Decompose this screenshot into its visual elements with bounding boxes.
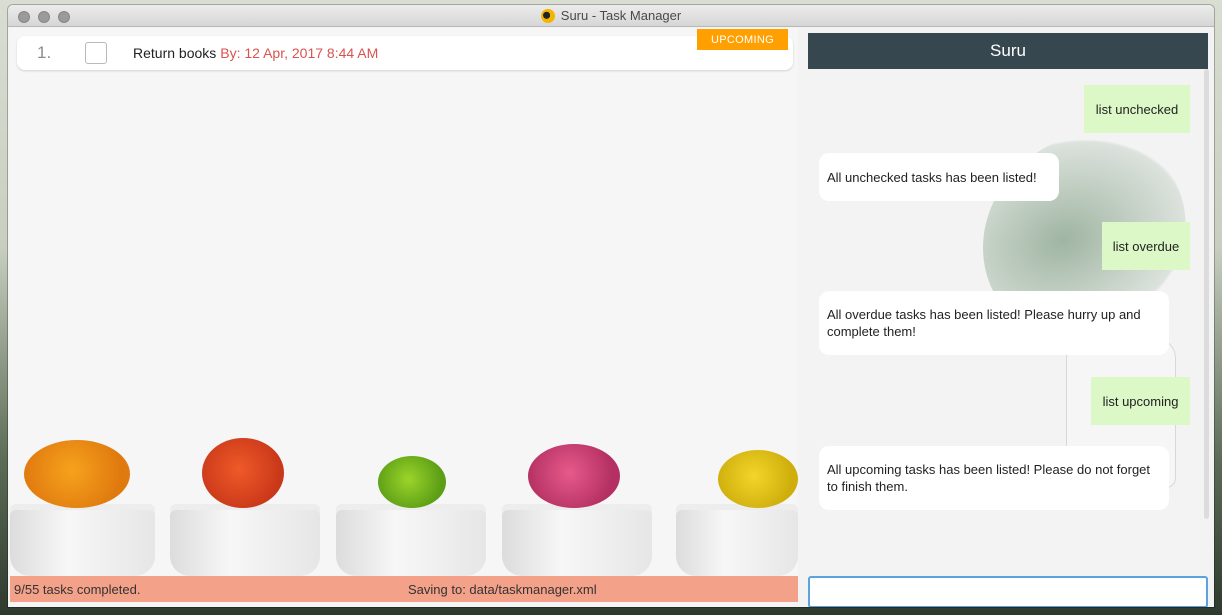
pot-graphic bbox=[170, 504, 320, 576]
pot-graphic bbox=[676, 504, 798, 576]
completion-status: 9/55 tasks completed. bbox=[14, 582, 141, 597]
cactus-background-image bbox=[10, 428, 798, 576]
app-window: Suru - Task Manager 1. Return books By: 1… bbox=[8, 5, 1214, 607]
orange-cactus-graphic bbox=[24, 440, 130, 508]
command-input[interactable] bbox=[808, 576, 1208, 607]
window-title: Suru - Task Manager bbox=[560, 8, 682, 23]
chat-scrollbar[interactable] bbox=[1204, 69, 1209, 519]
bot-message: All overdue tasks has been listed! Pleas… bbox=[819, 291, 1169, 355]
yellow-cactus-graphic bbox=[718, 450, 798, 508]
task-due-date: By: 12 Apr, 2017 8:44 AM bbox=[220, 45, 379, 61]
task-index: 1. bbox=[37, 43, 52, 62]
pot-graphic bbox=[10, 504, 155, 576]
close-window-button[interactable] bbox=[18, 11, 30, 23]
task-list-panel: 1. Return books By: 12 Apr, 2017 8:44 AM … bbox=[10, 28, 798, 576]
pink-cactus-graphic bbox=[528, 444, 620, 508]
task-title-line: Return books By: 12 Apr, 2017 8:44 AM bbox=[133, 45, 378, 61]
minimize-window-button[interactable] bbox=[38, 11, 50, 23]
task-title: Return books bbox=[133, 45, 217, 61]
title-bar: Suru - Task Manager bbox=[8, 5, 1214, 27]
task-checkbox[interactable] bbox=[85, 42, 107, 64]
chat-panel: Suru list unchecked All unchecked tasks … bbox=[798, 28, 1214, 607]
bot-message: All upcoming tasks has been listed! Plea… bbox=[819, 446, 1169, 510]
user-message: list upcoming bbox=[1091, 377, 1190, 425]
status-bar: 9/55 tasks completed. Saving to: data/ta… bbox=[10, 576, 798, 602]
red-cactus-graphic bbox=[202, 438, 284, 508]
pot-graphic bbox=[336, 504, 486, 576]
window-controls bbox=[18, 11, 70, 23]
app-logo-icon bbox=[540, 8, 555, 23]
pot-graphic bbox=[502, 504, 652, 576]
green-cactus-graphic bbox=[378, 456, 446, 508]
chat-header: Suru bbox=[808, 33, 1208, 69]
upcoming-badge: UPCOMING bbox=[697, 29, 788, 50]
user-message: list overdue bbox=[1102, 222, 1190, 270]
bot-message: All unchecked tasks has been listed! bbox=[819, 153, 1059, 201]
zoom-window-button[interactable] bbox=[58, 11, 70, 23]
save-location-status: Saving to: data/taskmanager.xml bbox=[408, 582, 597, 597]
task-card[interactable]: 1. Return books By: 12 Apr, 2017 8:44 AM … bbox=[17, 29, 793, 70]
user-message: list unchecked bbox=[1084, 85, 1190, 133]
